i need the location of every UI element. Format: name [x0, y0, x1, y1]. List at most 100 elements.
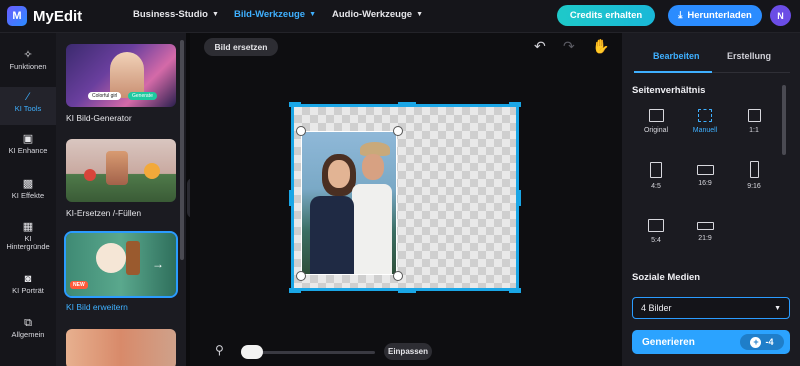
rail-label: KI Porträt — [12, 286, 44, 295]
tool-thumbnail: Colorful girl Generate — [66, 44, 176, 107]
frame-handle-tr[interactable] — [509, 102, 521, 107]
background-icon: ▦ — [22, 221, 34, 233]
ratio-manuell[interactable]: Manuell — [680, 109, 730, 134]
app-name: MyEdit — [33, 7, 83, 25]
right-panel-scrollbar[interactable] — [782, 85, 786, 155]
rail-item-ki-enhance[interactable]: ▣ KI Enhance — [0, 129, 56, 167]
freeform-icon — [698, 109, 712, 122]
landscape-rect-icon — [648, 219, 664, 232]
arrow-right-icon: → — [152, 257, 164, 271]
zoom-slider-knob[interactable] — [241, 345, 263, 359]
tool-card-bild-erweitern[interactable]: → NEW KI Bild erweitern — [64, 231, 178, 312]
tab-bearbeiten[interactable]: Bearbeiten — [653, 51, 700, 61]
tool-card-ersetzen-fuellen[interactable]: KI-Ersetzen /-Füllen — [66, 139, 176, 218]
nav-bild-werkzeuge[interactable]: Bild-Werkzeuge ▼ — [234, 9, 316, 20]
square-icon — [747, 109, 761, 122]
image-count-select[interactable]: 4 Bilder ▼ — [632, 297, 790, 319]
tool-label: KI Bild erweitern — [66, 302, 128, 312]
ratio-label: 5:4 — [651, 237, 661, 244]
rail-item-ki-effekte[interactable]: ▩ KI Effekte — [0, 174, 56, 212]
credits-button[interactable]: Credits erhalten — [557, 5, 655, 26]
frame-handle-bl[interactable] — [289, 288, 301, 293]
download-icon: ⤓ — [678, 10, 683, 21]
woman-face — [328, 160, 350, 188]
frame-handle-bottom[interactable] — [398, 288, 416, 293]
resize-handle-tr[interactable] — [393, 126, 403, 136]
ratio-16-9[interactable]: 16:9 — [680, 165, 730, 187]
myedit-logo-icon: M — [7, 6, 27, 26]
rail-item-allgemein[interactable]: ⧉ Allgemein — [0, 313, 56, 351]
rail-label: Allgemein — [11, 330, 45, 339]
effects-icon: ▩ — [22, 178, 34, 190]
select-value: 4 Bilder — [641, 303, 672, 313]
generate-tag: Generate — [128, 92, 157, 100]
tools-panel: Colorful girl Generate KI Bild-Generator… — [56, 33, 186, 366]
rail-item-ki-hintergruende[interactable]: ▦ KI Hintergründe — [0, 217, 56, 263]
avatar[interactable]: N — [770, 5, 791, 26]
nav-label: Audio-Werkzeuge — [332, 9, 413, 20]
resize-handle-br[interactable] — [393, 271, 403, 281]
tall-rect-icon — [749, 161, 759, 178]
ratio-label: Original — [643, 127, 669, 134]
tool-card-portrait[interactable] — [66, 329, 176, 366]
woman-dress — [310, 196, 354, 274]
nav-business-studio[interactable]: Business-Studio ▼ — [133, 9, 219, 20]
generate-label: Generieren — [642, 336, 695, 348]
resize-handle-bl[interactable] — [296, 271, 306, 281]
active-tab-indicator — [634, 71, 712, 73]
frame-handle-br[interactable] — [509, 288, 521, 293]
generate-button[interactable]: Generieren + -4 — [632, 330, 790, 354]
frame-handle-left[interactable] — [289, 190, 294, 206]
ratio-label: 9:16 — [747, 183, 761, 190]
pan-hand-icon[interactable]: ✋ — [592, 38, 609, 55]
fit-button[interactable]: Einpassen — [384, 343, 432, 360]
frame-handle-tl[interactable] — [289, 102, 301, 107]
ratio-1-1[interactable]: 1:1 — [729, 109, 779, 134]
undo-icon[interactable]: ↶ — [534, 38, 546, 55]
rail-label: KI Enhance — [8, 146, 48, 155]
ratio-original[interactable]: Original — [631, 109, 681, 134]
aspect-ratio-title: Seitenverhältnis — [632, 85, 706, 96]
flower-illustration — [144, 163, 160, 179]
credit-icon: + — [750, 336, 762, 348]
portrait-rect-icon — [650, 162, 662, 178]
rail-item-ki-tools[interactable]: ⁄ KI Tools — [0, 87, 56, 125]
wide-rect-icon — [696, 222, 714, 230]
frame-handle-right[interactable] — [516, 190, 521, 206]
rail-label: KI Effekte — [11, 191, 45, 200]
download-button[interactable]: ⤓ Herunterladen — [668, 5, 762, 26]
rail-item-funktionen[interactable]: ✧ Funktionen — [0, 43, 56, 83]
nav-audio-werkzeuge[interactable]: Audio-Werkzeuge ▼ — [332, 9, 423, 20]
ratio-label: Manuell — [692, 127, 718, 134]
frame-handle-top[interactable] — [398, 102, 416, 107]
social-media-title: Soziale Medien — [632, 272, 701, 283]
rail-label: KI Tools — [14, 104, 42, 113]
credit-cost: -4 — [765, 337, 774, 347]
ratio-21-9[interactable]: 21:9 — [680, 222, 730, 242]
ratio-5-4[interactable]: 5:4 — [631, 219, 681, 244]
rail-item-ki-portraet[interactable]: ◙ KI Porträt — [0, 269, 56, 307]
replace-image-button[interactable]: Bild ersetzen — [204, 38, 278, 56]
redo-icon[interactable]: ↷ — [563, 38, 575, 55]
chevron-down-icon: ▼ — [309, 11, 317, 18]
zoom-icon[interactable]: ⚲ — [215, 343, 224, 357]
candle-illustration — [96, 243, 126, 273]
nav-label: Business-Studio — [133, 9, 208, 20]
credit-cost-badge: + -4 — [740, 334, 784, 350]
couple-photo[interactable] — [301, 131, 397, 275]
sparkle-icon: ✧ — [23, 49, 33, 61]
prompt-tag: Colorful girl — [88, 92, 122, 100]
right-panel: Bearbeiten Erstellung Seitenverhältnis O… — [622, 33, 800, 366]
image-icon — [648, 109, 664, 122]
portrait-icon: ◙ — [24, 273, 32, 285]
app-logo[interactable]: M MyEdit — [7, 6, 82, 26]
tools-scrollbar[interactable] — [180, 40, 184, 260]
resize-handle-tl[interactable] — [296, 126, 306, 136]
tool-card-bild-generator[interactable]: Colorful girl Generate KI Bild-Generator — [66, 44, 176, 123]
ratio-9-16[interactable]: 9:16 — [729, 161, 779, 190]
tab-erstellung[interactable]: Erstellung — [727, 51, 771, 61]
bottle-illustration — [126, 241, 140, 275]
ratio-4-5[interactable]: 4:5 — [631, 162, 681, 190]
tool-label: KI-Ersetzen /-Füllen — [66, 208, 142, 218]
top-bar: M MyEdit Business-Studio ▼ Bild-Werkzeuge… — [0, 0, 800, 33]
